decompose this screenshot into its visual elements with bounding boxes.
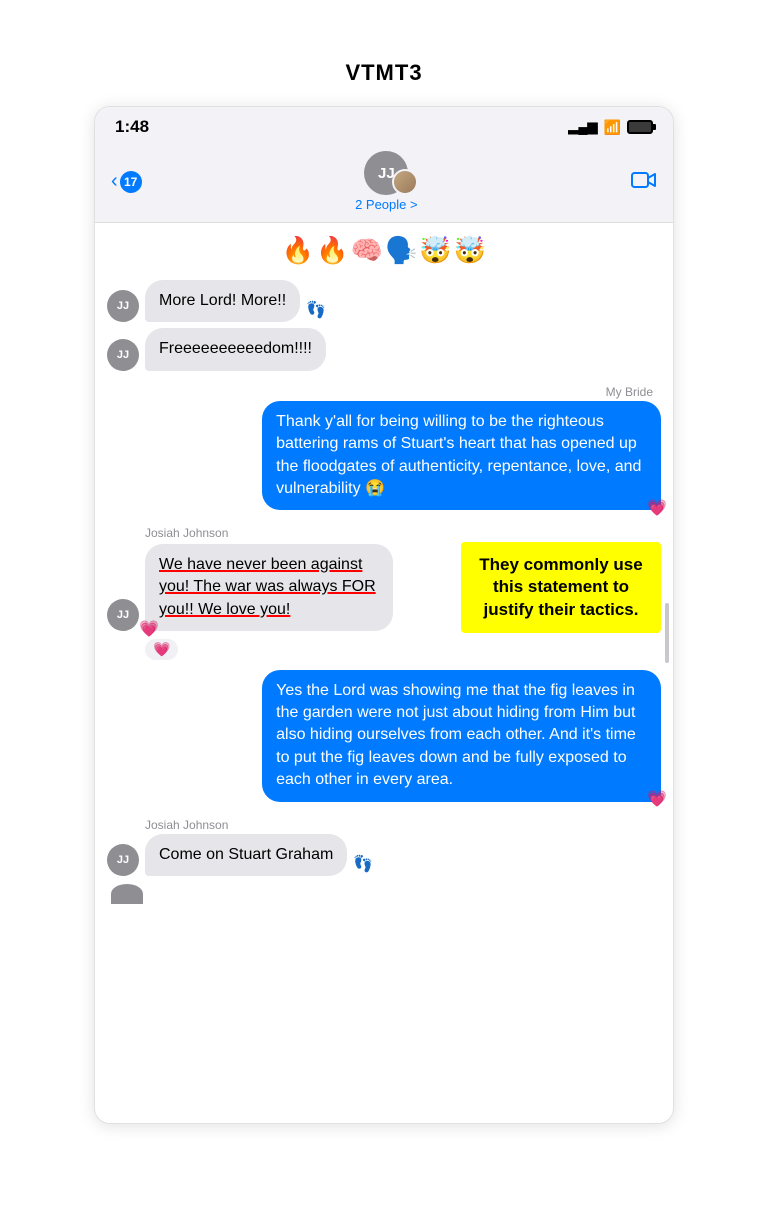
status-icons: ▂▄▆ 📶 [568,119,653,136]
partial-avatar-row [111,884,661,904]
message-row-figleaves: Yes the Lord was showing me that the fig… [107,670,661,802]
page-wrapper: VTMT3 1:48 ▂▄▆ 📶 ‹ 17 JJ [0,0,768,1211]
msg-avatar-jj4: JJ [107,844,139,876]
back-badge: 17 [120,171,142,193]
bubble-text-msg4: We have never been against you! The war … [159,556,376,618]
avatar-small-img [394,171,416,193]
emoji-brain: 🧠 [351,235,383,266]
bubble-msg1: More Lord! More!! [145,280,300,322]
scroll-indicator[interactable] [665,603,669,663]
bubble-text-msg1: More Lord! More!! [159,292,286,309]
status-time: 1:48 [115,117,149,137]
sender-label-josiah2: Josiah Johnson [145,818,661,832]
sender-label-josiah1: Josiah Johnson [145,526,661,540]
phone-frame: 1:48 ▂▄▆ 📶 ‹ 17 JJ 2 People > [94,106,674,1124]
annotation-text: They commonly use this statement to just… [479,555,642,618]
msg-avatar-jj3: JJ [107,599,139,631]
chat-area: 🔥 🔥 🧠 🗣️ 🤯 🤯 JJ More Lord! More!! 👣 JJ [95,223,673,1123]
msg-with-annotation: JJ We have never been against you! The w… [107,542,661,632]
delivered-icon-msg6: 👣 [353,854,373,874]
msg-avatar-jj2: JJ [107,339,139,371]
bubble-text-msg6: Come on Stuart Graham [159,846,333,863]
sender-label-mybride: My Bride [107,385,653,399]
message-row-mybride: Thank y'all for being willing to be the … [107,401,661,511]
page-title: VTMT3 [345,60,422,86]
message-row: JJ More Lord! More!! 👣 [107,280,661,322]
emoji-explode1: 🤯 [419,235,451,266]
reaction-row: 💗 [145,639,661,660]
bubble-msg4: We have never been against you! The war … [145,544,393,631]
message-row-josiah1: JJ We have never been against you! The w… [107,544,451,631]
avatar-small [392,169,418,195]
msg-avatar-jj1: JJ [107,290,139,322]
emoji-row: 🔥 🔥 🧠 🗣️ 🤯 🤯 [107,235,661,266]
emoji-explode2: 🤯 [454,235,486,266]
bubble-msg5: Yes the Lord was showing me that the fig… [262,670,661,802]
emoji-speak: 🗣️ [385,235,417,266]
heart-reaction-msg4: 💗 [139,619,159,641]
bubble-text-msg2: Freeeeeeeeeedom!!!! [159,340,312,357]
nav-people-label[interactable]: 2 People > [355,197,418,212]
emoji-fire1: 🔥 [282,235,314,266]
video-button[interactable] [631,169,657,195]
back-chevron-icon: ‹ [111,170,118,193]
avatar-group: JJ [364,151,408,195]
annotation-box: They commonly use this statement to just… [461,542,661,632]
bubble-text-msg3: Thank y'all for being willing to be the … [276,413,641,497]
bubble-text-msg5: Yes the Lord was showing me that the fig… [276,682,636,789]
bubble-msg6: Come on Stuart Graham [145,834,347,876]
nav-bar: ‹ 17 JJ 2 People > [95,145,673,223]
partial-avatar [111,884,143,904]
bubble-msg3: Thank y'all for being willing to be the … [262,401,661,511]
message-row-stuartgraham: JJ Come on Stuart Graham 👣 [107,834,661,876]
status-bar: 1:48 ▂▄▆ 📶 [95,107,673,145]
back-button[interactable]: ‹ 17 [111,170,142,193]
reaction-bubble: 💗 [145,639,178,660]
battery-icon [627,120,653,134]
signal-icon: ▂▄▆ [568,119,597,135]
underlined-text-msg4: We have never been against you! The war … [159,556,376,618]
delivered-icon-msg1: 👣 [306,300,326,320]
emoji-fire2: 🔥 [316,235,348,266]
bubble-msg2: Freeeeeeeeeedom!!!! [145,328,326,370]
message-row-freeedom: JJ Freeeeeeeeeedom!!!! [107,328,661,370]
heart-reaction-msg5: 💗 [647,789,667,811]
heart-reaction-msg3: 💗 [647,498,667,520]
wifi-icon: 📶 [604,119,621,136]
nav-center: JJ 2 People > [355,151,418,212]
